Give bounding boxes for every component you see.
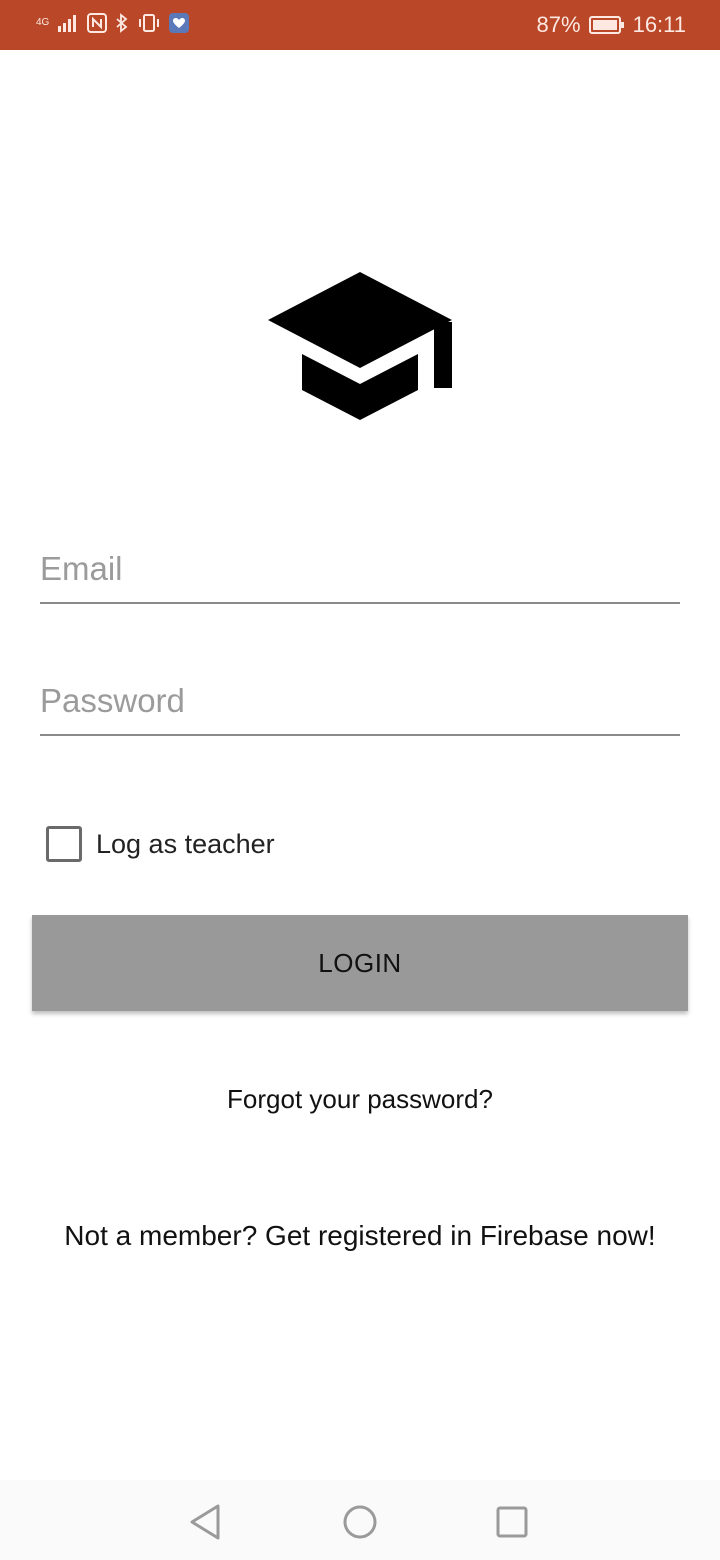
status-left: 4G xyxy=(36,13,190,33)
back-icon[interactable] xyxy=(186,1502,226,1542)
app-notification-icon xyxy=(169,13,190,33)
recents-icon[interactable] xyxy=(492,1502,532,1542)
home-icon[interactable] xyxy=(340,1502,380,1542)
bluetooth-icon xyxy=(116,13,128,33)
email-input[interactable] xyxy=(40,544,680,594)
battery-percent: 87% xyxy=(536,12,581,37)
teacher-checkbox-row[interactable]: Log as teacher xyxy=(46,826,275,862)
teacher-checkbox-label[interactable]: Log as teacher xyxy=(96,829,275,860)
status-right: 87% 16:11 xyxy=(537,12,686,38)
network-type-label: 4G xyxy=(36,17,50,28)
vibrate-icon xyxy=(139,14,160,32)
password-field-container xyxy=(40,666,680,736)
email-field-container xyxy=(40,534,680,604)
nfc-icon xyxy=(87,13,108,33)
battery-icon xyxy=(588,16,624,34)
signal-icon xyxy=(58,15,77,32)
password-input[interactable] xyxy=(40,676,680,726)
clock: 16:11 xyxy=(632,12,686,37)
navigation-bar xyxy=(0,1480,720,1560)
graduation-cap-icon xyxy=(268,272,452,420)
status-bar: 4G 87% 16:11 xyxy=(0,0,720,50)
forgot-password-link[interactable]: Forgot your password? xyxy=(0,1084,720,1115)
register-link[interactable]: Not a member? Get registered in Firebase… xyxy=(0,1220,720,1252)
login-button[interactable]: LOGIN xyxy=(32,915,688,1011)
teacher-checkbox[interactable] xyxy=(46,826,82,862)
